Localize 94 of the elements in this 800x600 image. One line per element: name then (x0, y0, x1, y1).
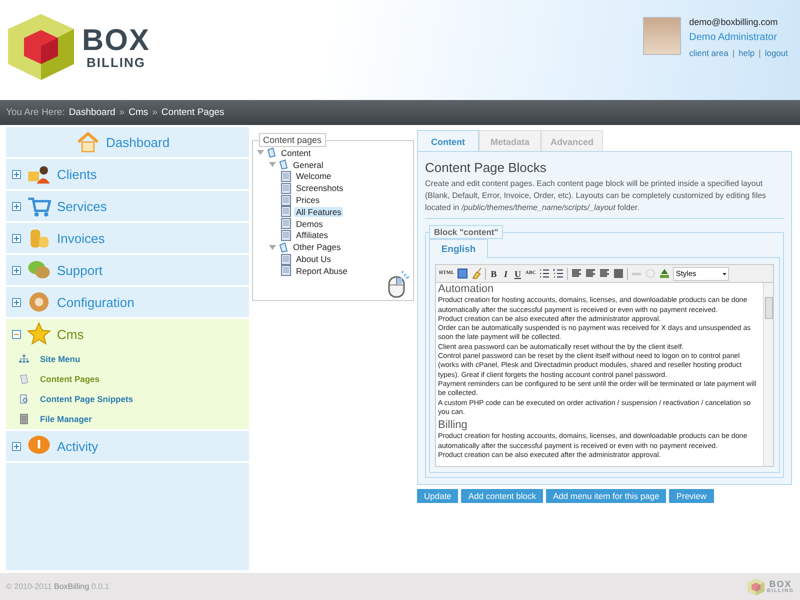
tree-item[interactable]: All Features (294, 206, 344, 217)
sidebar-link[interactable]: Support (57, 262, 103, 278)
image-icon[interactable] (658, 268, 670, 279)
page-icon (281, 265, 291, 276)
cube-logo-icon (6, 12, 76, 82)
page-icon (18, 373, 30, 385)
align-icon[interactable] (584, 268, 596, 279)
submenu-link[interactable]: Content Pages (6, 369, 249, 389)
link-separator: | (758, 48, 761, 58)
numbered-list-icon[interactable] (552, 268, 564, 279)
breadcrumb-link[interactable]: Content Pages (161, 107, 224, 118)
action-button[interactable]: Add content block (461, 489, 543, 504)
mouse-icon (387, 270, 411, 298)
footer-logo-text: BOX (769, 580, 792, 588)
page-icon (281, 254, 291, 265)
language-tab[interactable]: English (429, 239, 488, 258)
tree-item[interactable]: Affiliates (294, 230, 330, 240)
tree-item[interactable]: Prices (294, 195, 322, 206)
align-icon[interactable] (570, 268, 582, 279)
photo-placeholder (643, 17, 682, 55)
panel-title: Content pages (259, 133, 326, 147)
brush-icon[interactable] (471, 268, 482, 279)
folder-icon (279, 242, 288, 253)
submenu-link[interactable]: Content Page Snippets (6, 389, 249, 409)
user-name: Demo Administrator (689, 32, 778, 43)
house-icon (76, 130, 100, 154)
breadcrumb-label: You Are Here: (6, 107, 65, 118)
page-icon (281, 170, 291, 182)
breadcrumb-separator: » (152, 107, 158, 118)
logo-text: BILLING (86, 56, 146, 68)
collapse-icon[interactable] (12, 330, 21, 338)
scrollbar[interactable] (763, 283, 773, 466)
star-icon (27, 322, 51, 346)
folder-icon (267, 147, 276, 158)
bullet-list-icon[interactable] (538, 268, 550, 279)
action-button[interactable]: Update (417, 489, 458, 504)
content-heading: Automation (438, 285, 495, 294)
align-icon[interactable] (598, 268, 610, 279)
expand-icon[interactable] (12, 442, 21, 450)
logo-text: BOX (82, 26, 150, 56)
link-separator: | (732, 48, 735, 58)
sitemap-icon (18, 353, 30, 365)
cabinet-icon (18, 413, 30, 425)
tree-item[interactable]: Report Abuse (294, 266, 350, 276)
sidebar-link[interactable]: Dashboard (106, 134, 170, 150)
sidebar-link[interactable]: Clients (57, 166, 97, 182)
cube-logo-icon (747, 578, 765, 596)
copyright-text: © 2010-2011 BoxBilling 0.0.1 (6, 582, 110, 591)
sidebar-link[interactable]: Cms (57, 326, 84, 342)
sidebar-link[interactable]: Configuration (57, 294, 134, 310)
gear-icon (27, 290, 51, 314)
sidebar-link[interactable]: Invoices (57, 230, 105, 246)
user-email: demo@boxbilling.com (689, 17, 779, 27)
expand-icon[interactable] (12, 170, 21, 178)
section-title: Content Page Blocks (425, 160, 548, 175)
content-heading: Billing (438, 421, 468, 430)
editor-area[interactable] (435, 282, 774, 468)
sidebar-link[interactable]: Activity (57, 438, 98, 454)
header-link[interactable]: help (738, 48, 755, 58)
window-icon[interactable] (457, 268, 468, 279)
tree-item[interactable]: General (291, 160, 326, 170)
page-icon (281, 206, 291, 218)
expand-icon[interactable] (12, 266, 21, 274)
page-icon (281, 218, 291, 230)
tree-item[interactable]: About Us (294, 254, 333, 264)
format-button[interactable]: U (513, 268, 522, 278)
breadcrumb-link[interactable]: Dashboard (68, 107, 116, 118)
page-icon (281, 230, 291, 241)
tree-item[interactable]: Welcome (294, 171, 334, 182)
expand-icon[interactable] (12, 202, 21, 210)
action-button[interactable]: Preview (669, 489, 714, 504)
block-title: Block "content" (429, 225, 504, 239)
sidebar-link[interactable]: Services (57, 198, 107, 214)
tree-item[interactable]: Demos (294, 218, 325, 229)
tree-item[interactable]: Other Pages (291, 242, 343, 252)
tab[interactable]: Content (417, 130, 479, 152)
tree-item[interactable]: Screenshots (294, 183, 346, 194)
header-link[interactable]: client area (689, 48, 728, 58)
format-button[interactable]: I (501, 268, 510, 278)
tree-item[interactable]: Content (279, 148, 313, 158)
expand-icon[interactable] (12, 298, 21, 306)
page-icon (281, 194, 291, 206)
breadcrumb-link[interactable]: Cms (128, 107, 148, 118)
format-button[interactable]: B (489, 268, 498, 278)
folder-icon (279, 159, 288, 170)
breadcrumb-separator: » (119, 107, 125, 118)
submenu-link[interactable]: Site Menu (6, 349, 249, 369)
header-link[interactable]: logout (764, 48, 788, 58)
action-button[interactable]: Add menu item for this page (546, 489, 666, 504)
document-icon (18, 393, 30, 405)
page-icon (281, 182, 291, 194)
submenu-link[interactable]: File Manager (6, 409, 249, 429)
section-description: Create and edit content pages. Each content page block will be printed inside a specified layout (Blank, Default, Error, Invoice, Order, etc). Layouts can be completely customized by editing files located in /public/themes/theme_name/scripts/_layout folder. (425, 175, 784, 219)
expand-icon[interactable] (12, 234, 21, 242)
